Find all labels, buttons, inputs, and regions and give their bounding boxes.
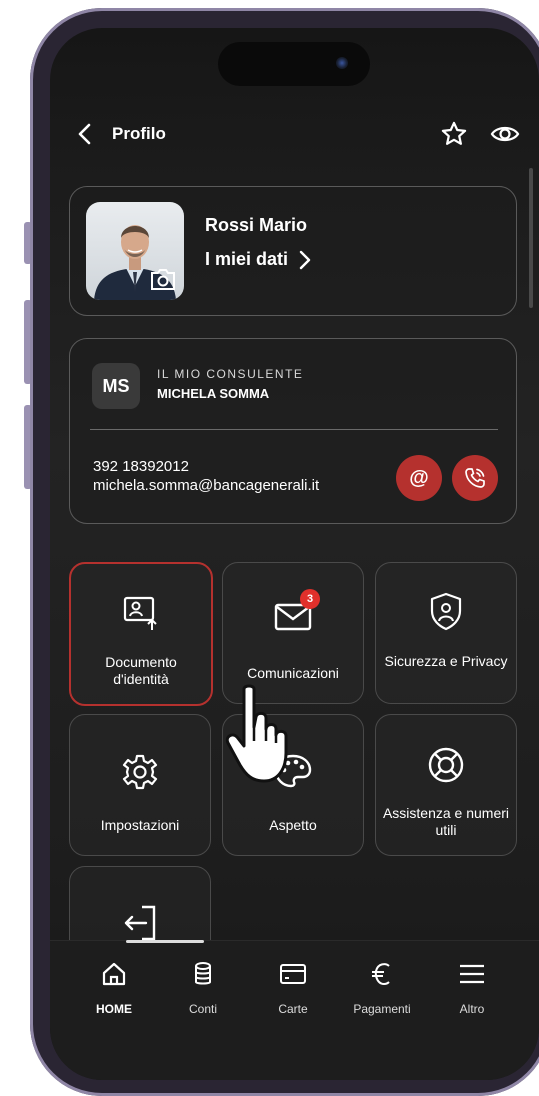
tile-security-privacy[interactable]: Sicurezza e Privacy — [375, 562, 517, 704]
nav-label: Carte — [278, 1002, 308, 1016]
id-document-upload-icon — [123, 596, 157, 630]
notification-badge: 3 — [300, 589, 320, 609]
profile-card[interactable]: Rossi Mario I miei dati — [69, 186, 517, 316]
tile-label: Documento d'identità — [105, 654, 177, 687]
nav-label: HOME — [96, 1002, 132, 1016]
my-data-link[interactable]: I miei dati — [205, 249, 312, 270]
consultant-initials-avatar: MS — [92, 363, 140, 409]
tile-identity-document[interactable]: Documento d'identità — [69, 562, 213, 706]
camera-lens — [336, 57, 348, 69]
nav-label: Altro — [459, 1002, 485, 1016]
phone-call-icon — [465, 468, 485, 488]
avatar[interactable] — [86, 202, 184, 300]
top-bar: Profilo — [50, 108, 539, 164]
menu-icon — [460, 964, 484, 984]
tile-assistance[interactable]: Assistenza e numeri utili — [375, 714, 517, 856]
nav-label: Conti — [188, 1002, 217, 1016]
tile-settings[interactable]: Impostazioni — [69, 714, 211, 856]
user-name: Rossi Mario — [205, 215, 308, 235]
call-button[interactable] — [452, 455, 498, 501]
eye-visibility-icon[interactable] — [490, 120, 520, 148]
nav-home[interactable]: HOME — [74, 961, 154, 1016]
tile-label: Assistenza e numeri utili — [382, 805, 510, 838]
dynamic-island — [218, 42, 370, 86]
camera-icon[interactable] — [148, 266, 178, 292]
consultant-phone: 392 18392012 — [93, 458, 189, 475]
shield-user-icon — [430, 592, 462, 631]
tile-label: Comunicazioni — [247, 665, 339, 681]
chevron-right-icon — [299, 250, 311, 269]
favorite-star-icon[interactable] — [440, 120, 468, 148]
nav-accounts[interactable]: Conti — [163, 961, 243, 1016]
back-arrow-icon[interactable] — [74, 122, 98, 146]
tile-label: Impostazioni — [100, 817, 180, 833]
active-tab-indicator — [126, 940, 204, 943]
bottom-navigation: HOME Conti Carte Pagamenti Altro — [50, 940, 539, 1080]
card-icon — [280, 964, 306, 984]
consultant-email: michela.somma@bancagenerali.it — [93, 477, 320, 494]
home-icon — [102, 962, 126, 986]
consultant-name: MICHELA SOMMA — [157, 386, 270, 401]
consultant-label: IL MIO CONSULENTE — [157, 367, 304, 381]
hand-pointer-icon — [225, 684, 288, 783]
consultant-card: MS IL MIO CONSULENTE MICHELA SOMMA 392 1… — [69, 338, 517, 524]
euro-icon — [372, 963, 390, 986]
nav-payments[interactable]: Pagamenti — [342, 961, 422, 1016]
lifebuoy-icon — [428, 747, 464, 783]
nav-label: Pagamenti — [353, 1002, 411, 1016]
my-data-label: I miei dati — [205, 249, 289, 269]
nav-cards[interactable]: Carte — [253, 961, 333, 1016]
page-title: Profilo — [112, 124, 166, 143]
app-screen: Profilo Rossi Mario I miei dati MS IL MI… — [50, 28, 539, 1080]
scrollbar[interactable] — [529, 168, 533, 308]
at-sign-icon: @ — [409, 466, 429, 489]
divider — [90, 429, 498, 430]
tile-label: Aspetto — [269, 817, 317, 833]
nav-more[interactable]: Altro — [432, 961, 512, 1016]
gear-icon — [122, 754, 158, 790]
email-button[interactable]: @ — [396, 455, 442, 501]
logout-icon — [124, 905, 156, 941]
tile-label: Sicurezza e Privacy — [384, 653, 508, 669]
coins-icon — [195, 962, 211, 985]
